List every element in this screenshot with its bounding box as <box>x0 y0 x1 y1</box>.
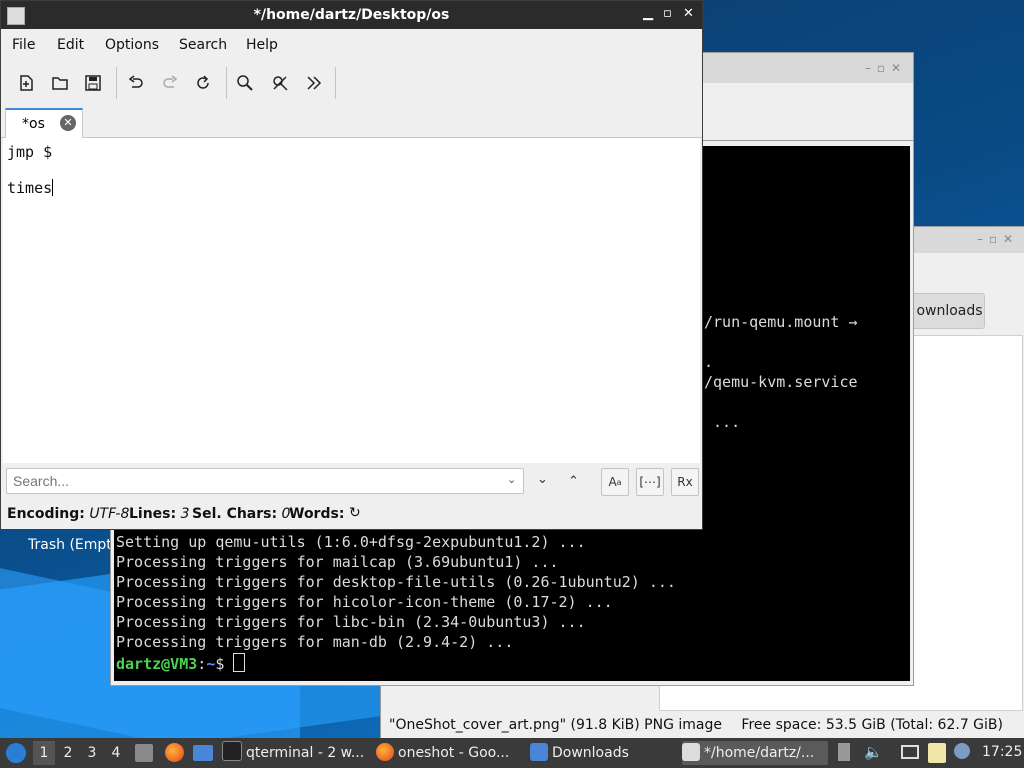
volume-icon[interactable]: 🔈 <box>864 743 883 761</box>
firefox-launcher-icon[interactable] <box>165 743 184 762</box>
reload-icon[interactable] <box>189 69 217 97</box>
workspace-4[interactable]: 4 <box>105 741 127 765</box>
words-status: Words: <box>289 506 345 522</box>
window-title: */home/dartz/Desktop/os <box>253 7 450 23</box>
prompt-symbol: $ <box>215 655 225 673</box>
task-firefox[interactable]: oneshot - Goo... <box>376 741 524 765</box>
menu-options[interactable]: Options <box>105 37 159 53</box>
redo-icon[interactable] <box>156 69 184 97</box>
terminal-line: Processing triggers for desktop-file-uti… <box>116 573 676 591</box>
match-case-icon[interactable]: Aa <box>601 468 629 496</box>
open-folder-icon[interactable] <box>46 69 74 97</box>
terminal-prompt[interactable]: dartz@VM3:~$ <box>116 653 246 673</box>
workspace-3[interactable]: 3 <box>81 741 103 765</box>
terminal-line: ... <box>704 413 741 431</box>
selected-file-info: "OneShot_cover_art.png" (91.8 KiB) PNG i… <box>389 717 722 733</box>
notes-icon[interactable] <box>928 743 946 763</box>
terminal-line: Setting up qemu-utils (1:6.0+dfsg-2expub… <box>116 533 586 551</box>
free-space-info: Free space: 53.5 GiB (Total: 62.7 GiB) <box>741 717 1003 733</box>
editor-icon <box>682 743 700 761</box>
taskbar: 1 2 3 4 qterminal - 2 w... oneshot - Goo… <box>0 738 1024 768</box>
tab-close-icon[interactable]: ✕ <box>60 115 76 131</box>
terminal-line: /run-qemu.mount → <box>704 313 858 331</box>
file-manager-launcher-icon[interactable] <box>135 744 153 762</box>
text-editor-area[interactable]: jmp $ times <box>3 138 700 463</box>
clock[interactable]: 17:25 <box>982 744 1022 760</box>
background-window-titlebar: –▫✕ <box>701 53 913 83</box>
window-controls[interactable]: –▫✕ <box>977 232 1019 246</box>
refresh-count-icon[interactable]: ↻ <box>349 505 361 521</box>
tab-bar: *os ✕ <box>1 105 702 138</box>
replace-icon[interactable] <box>266 69 294 97</box>
menu-search[interactable]: Search <box>179 37 227 53</box>
find-icon[interactable] <box>231 69 259 97</box>
editor-statusbar: Encoding: UTF-8 Lines: 3 Sel. Chars: 0 W… <box>1 504 702 526</box>
toolbar-separator <box>335 67 336 99</box>
toolbar-separator <box>116 67 117 99</box>
encoding-status: Encoding: UTF-8 <box>7 506 130 522</box>
text-caret <box>52 179 54 196</box>
toolbar-separator <box>226 67 227 99</box>
background-window: –▫✕ <box>700 52 914 144</box>
start-menu-icon[interactable] <box>6 743 26 763</box>
editor-titlebar[interactable]: */home/dartz/Desktop/os ▁ ▫ ✕ <box>1 1 702 29</box>
terminal-line: Processing triggers for mailcap (3.69ubu… <box>116 553 559 571</box>
find-bar: ⌄ ⌄ ⌃ Aa [⋯] Rx <box>1 465 702 499</box>
downloads-path-button[interactable]: ownloads <box>911 293 985 329</box>
network-icon[interactable] <box>901 745 919 759</box>
minimize-icon[interactable]: ▁ <box>643 6 653 21</box>
firefox-icon <box>376 743 394 761</box>
selchars-status: Sel. Chars: 0 <box>192 506 291 522</box>
save-icon[interactable] <box>79 69 107 97</box>
search-input[interactable] <box>6 468 524 494</box>
code-line-current: times <box>7 179 54 197</box>
task-editor[interactable]: */home/dartz/... <box>682 741 828 765</box>
terminal-line: Processing triggers for man-db (2.9.4-2)… <box>116 633 514 651</box>
toolbar <box>1 63 702 103</box>
undo-icon[interactable] <box>122 69 150 97</box>
whole-word-icon[interactable]: [⋯] <box>636 468 664 496</box>
task-qterminal[interactable]: qterminal - 2 w... <box>222 741 370 765</box>
code-line: jmp $ <box>7 143 53 161</box>
update-notifier-icon[interactable] <box>954 743 970 759</box>
tab-label: *os <box>22 116 45 132</box>
clipboard-icon[interactable] <box>838 743 850 761</box>
text-editor-window: */home/dartz/Desktop/os ▁ ▫ ✕ File Edit … <box>0 0 703 530</box>
new-file-icon[interactable] <box>12 69 40 97</box>
window-controls[interactable]: –▫✕ <box>865 61 907 75</box>
menu-help[interactable]: Help <box>246 37 278 53</box>
menu-bar: File Edit Options Search Help <box>1 31 702 59</box>
terminal-line: Processing triggers for hicolor-icon-the… <box>116 593 613 611</box>
terminal-icon <box>222 741 242 761</box>
close-icon[interactable]: ✕ <box>683 6 694 21</box>
lines-status: Lines: 3 <box>129 506 190 522</box>
terminal-line: . <box>704 353 714 371</box>
maximize-icon[interactable]: ▫ <box>663 6 672 21</box>
file-manager-statusbar: "OneShot_cover_art.png" (91.8 KiB) PNG i… <box>381 713 1024 739</box>
terminal-cursor <box>233 653 246 672</box>
show-desktop-icon[interactable] <box>193 745 213 761</box>
tab-os[interactable]: *os ✕ <box>5 108 83 138</box>
terminal-line: Processing triggers for libc-bin (2.34-0… <box>116 613 586 631</box>
find-next-icon[interactable]: ⌄ <box>537 472 548 487</box>
search-history-chevron-icon[interactable]: ⌄ <box>507 473 516 486</box>
regex-icon[interactable]: Rx <box>671 468 699 496</box>
workspace-1[interactable]: 1 <box>33 741 55 765</box>
task-downloads[interactable]: Downloads <box>530 741 678 765</box>
find-previous-icon[interactable]: ⌃ <box>568 474 579 489</box>
prompt-user: dartz@VM3 <box>116 655 198 673</box>
menu-file[interactable]: File <box>12 37 35 53</box>
menu-edit[interactable]: Edit <box>57 37 84 53</box>
terminal-line: /qemu-kvm.service <box>704 373 858 391</box>
workspace-2[interactable]: 2 <box>57 741 79 765</box>
trash-desktop-icon-label[interactable]: Trash (Empt <box>28 537 112 553</box>
go-to-line-icon[interactable] <box>300 69 328 97</box>
folder-icon <box>530 743 548 761</box>
prompt-separator: : <box>197 655 207 673</box>
prompt-path: ~ <box>206 655 216 673</box>
code-line-text: times <box>7 179 53 197</box>
